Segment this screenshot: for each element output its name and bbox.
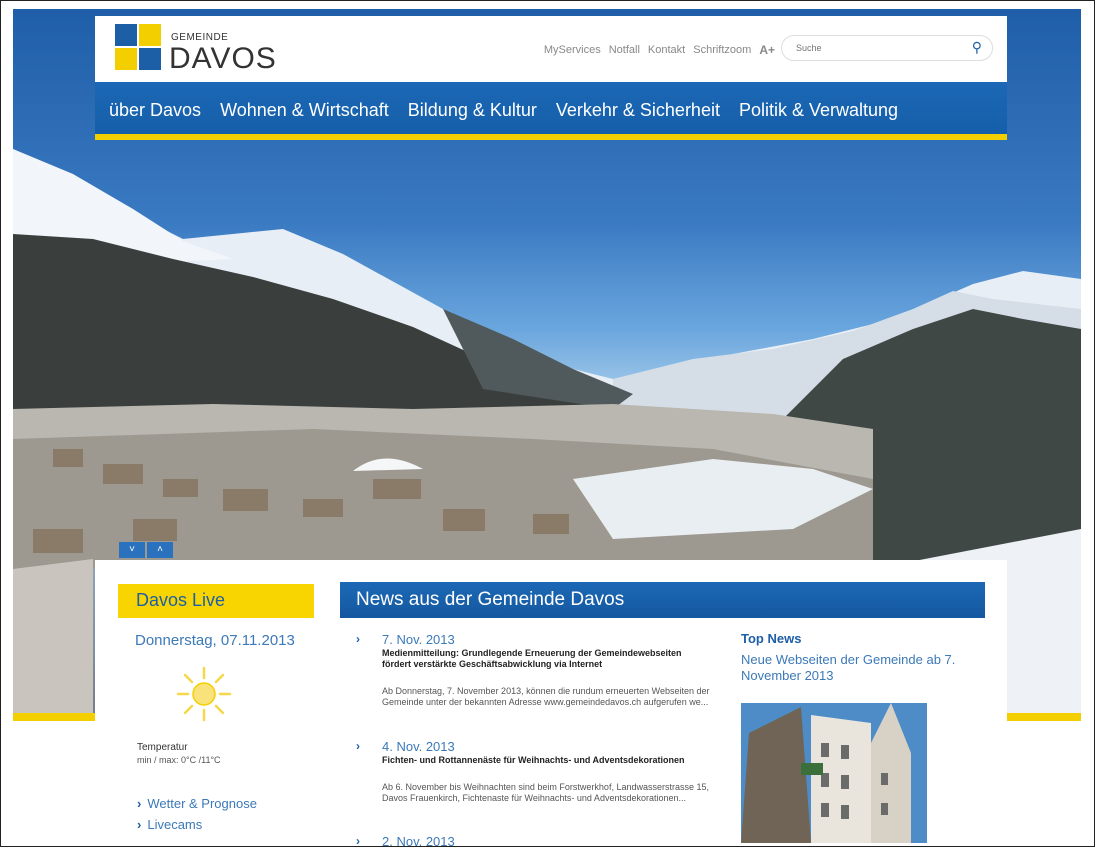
davos-live-box: Davos Live Donnerstag, 07.11.2013 Temper… <box>118 584 314 832</box>
davos-live-date: Donnerstag, 07.11.2013 <box>135 632 295 649</box>
slider-controls: ˅ ˄ <box>119 542 173 558</box>
news-headline[interactable]: Medienmitteilung: Grundlegende Erneuerun… <box>382 648 708 670</box>
content-panel: Davos Live Donnerstag, 07.11.2013 Temper… <box>95 560 1007 847</box>
temperature-label: Temperatur <box>137 742 188 753</box>
news-title: News aus der Gemeinde Davos <box>340 582 985 618</box>
sun-icon <box>176 666 232 722</box>
chevron-right-icon: › <box>356 632 360 646</box>
news-teaser: Ab 6. November bis Weihnachten sind beim… <box>382 782 709 803</box>
search-box: ⚲ <box>781 35 993 61</box>
site-header: GEMEINDE DAVOS MyServices Notfall Kontak… <box>95 16 1007 82</box>
top-news-image[interactable] <box>741 703 927 843</box>
top-news: Top News Neue Webseiten der Gemeinde ab … <box>741 631 961 843</box>
search-input[interactable] <box>796 41 956 55</box>
davos-logo[interactable]: GEMEINDE DAVOS <box>115 24 295 76</box>
logo-square-yellow <box>139 24 161 46</box>
main-navigation: über Davos Wohnen & Wirtschaft Bildung &… <box>95 82 1007 134</box>
link-label: Livecams <box>147 817 203 832</box>
news-date[interactable]: 2. Nov. 2013 <box>382 834 455 846</box>
nav-item-politik-verwaltung[interactable]: Politik & Verwaltung <box>739 100 898 121</box>
link-label: Wetter & Prognose <box>147 796 257 811</box>
logo-big-text: DAVOS <box>169 42 277 75</box>
davos-live-title: Davos Live <box>118 584 314 618</box>
nav-item-ueber-davos[interactable]: über Davos <box>109 100 201 121</box>
news-headline[interactable]: Fichten- und Rottannenäste für Weihnacht… <box>382 755 708 766</box>
top-news-headline[interactable]: Neue Webseiten der Gemeinde ab 7. Novemb… <box>741 652 961 684</box>
nav-yellow-stripe <box>95 134 1007 140</box>
link-schriftzoom[interactable]: Schriftzoom <box>693 44 751 56</box>
slider-up-button[interactable]: ˄ <box>147 542 173 558</box>
news-section: News aus der Gemeinde Davos <box>340 582 985 618</box>
news-date[interactable]: 4. Nov. 2013 <box>382 739 455 754</box>
news-teaser: Ab Donnerstag, 7. November 2013, können … <box>382 686 710 707</box>
search-icon[interactable]: ⚲ <box>972 39 982 56</box>
chevron-right-icon: › <box>137 796 142 811</box>
temperature-value: min / max: 0°C /11°C <box>137 755 221 765</box>
live-links: › Wetter & Prognose › Livecams <box>137 796 257 838</box>
link-wetter-prognose[interactable]: › Wetter & Prognose <box>137 796 257 811</box>
nav-item-bildung-kultur[interactable]: Bildung & Kultur <box>408 100 537 121</box>
news-date[interactable]: 7. Nov. 2013 <box>382 632 455 647</box>
service-links: MyServices Notfall Kontakt Schriftzoom A… <box>544 43 775 57</box>
logo-square-blue <box>115 24 137 46</box>
link-notfall[interactable]: Notfall <box>609 44 640 56</box>
chevron-right-icon: › <box>356 739 360 753</box>
font-zoom-icon[interactable]: A+ <box>759 43 775 57</box>
link-livecams[interactable]: › Livecams <box>137 817 257 832</box>
link-kontakt[interactable]: Kontakt <box>648 44 685 56</box>
chevron-right-icon: › <box>137 817 142 832</box>
chevron-right-icon: › <box>356 834 360 847</box>
page-frame: GEMEINDE DAVOS MyServices Notfall Kontak… <box>0 0 1095 847</box>
link-myservices[interactable]: MyServices <box>544 44 601 56</box>
nav-item-verkehr-sicherheit[interactable]: Verkehr & Sicherheit <box>556 100 720 121</box>
logo-square-blue <box>139 48 161 70</box>
nav-item-wohnen-wirtschaft[interactable]: Wohnen & Wirtschaft <box>220 100 389 121</box>
top-news-label: Top News <box>741 631 802 646</box>
top-news-photo <box>741 703 927 843</box>
logo-square-yellow <box>115 48 137 70</box>
slider-down-button[interactable]: ˅ <box>119 542 145 558</box>
